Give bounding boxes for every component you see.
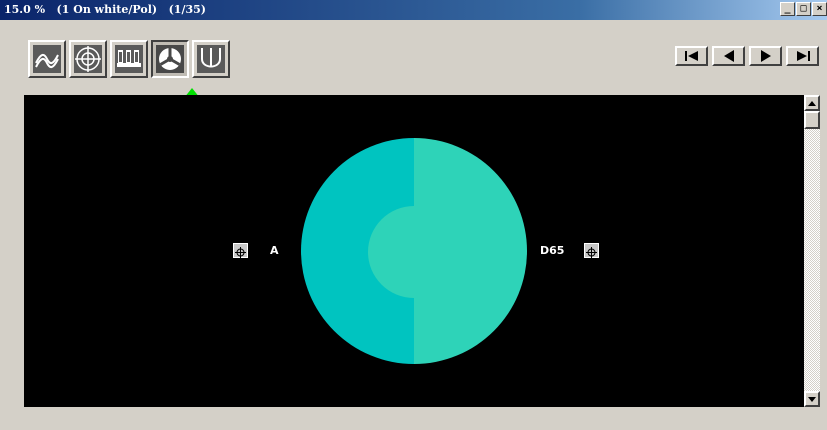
previous-arrow-icon [723, 50, 734, 62]
skip-last-icon [796, 51, 810, 61]
view-toolbar [28, 40, 230, 78]
left-illuminant-label: A [270, 244, 279, 257]
window-title: 15.0 % (1 On white/Pol) (1/35) [4, 3, 206, 16]
vertical-scrollbar[interactable] [804, 95, 820, 407]
minimize-button[interactable]: _ [780, 2, 795, 16]
window-controls: _ □ × [780, 2, 827, 16]
spectral-curve-view-button[interactable] [28, 40, 66, 78]
scroll-down-arrow-icon [808, 396, 816, 402]
u-curve-icon [201, 48, 221, 68]
window-titlebar: 15.0 % (1 On white/Pol) (1/35) _ □ × [0, 0, 827, 20]
wave-curve-icon [35, 53, 59, 69]
next-arrow-icon [760, 50, 771, 62]
color-split-disc [301, 138, 527, 364]
next-record-button[interactable] [749, 46, 782, 66]
right-illuminant-label: D65 [540, 244, 565, 257]
u-curve-view-button[interactable] [192, 40, 230, 78]
bars-icon [117, 50, 141, 67]
target-view-button[interactable] [69, 40, 107, 78]
skip-first-icon [684, 51, 698, 61]
right-target-icon[interactable] [584, 243, 599, 258]
bar-chart-view-button[interactable] [110, 40, 148, 78]
first-record-button[interactable] [675, 46, 708, 66]
record-navigation [675, 46, 819, 66]
scroll-up-arrow-icon [808, 100, 816, 106]
previous-record-button[interactable] [712, 46, 745, 66]
close-button[interactable]: × [812, 2, 827, 16]
pie-split-icon [159, 48, 181, 70]
maximize-button[interactable]: □ [796, 2, 811, 16]
scroll-up-button[interactable] [804, 95, 820, 111]
scroll-thumb[interactable] [804, 111, 820, 129]
left-target-icon[interactable] [233, 243, 248, 258]
color-patch-view-button[interactable] [151, 40, 189, 78]
crosshair-target-icon [75, 46, 101, 72]
last-record-button[interactable] [786, 46, 819, 66]
color-comparison-canvas: A D65 [24, 95, 804, 407]
right-illuminant-half [414, 138, 527, 364]
scroll-down-button[interactable] [804, 391, 820, 407]
